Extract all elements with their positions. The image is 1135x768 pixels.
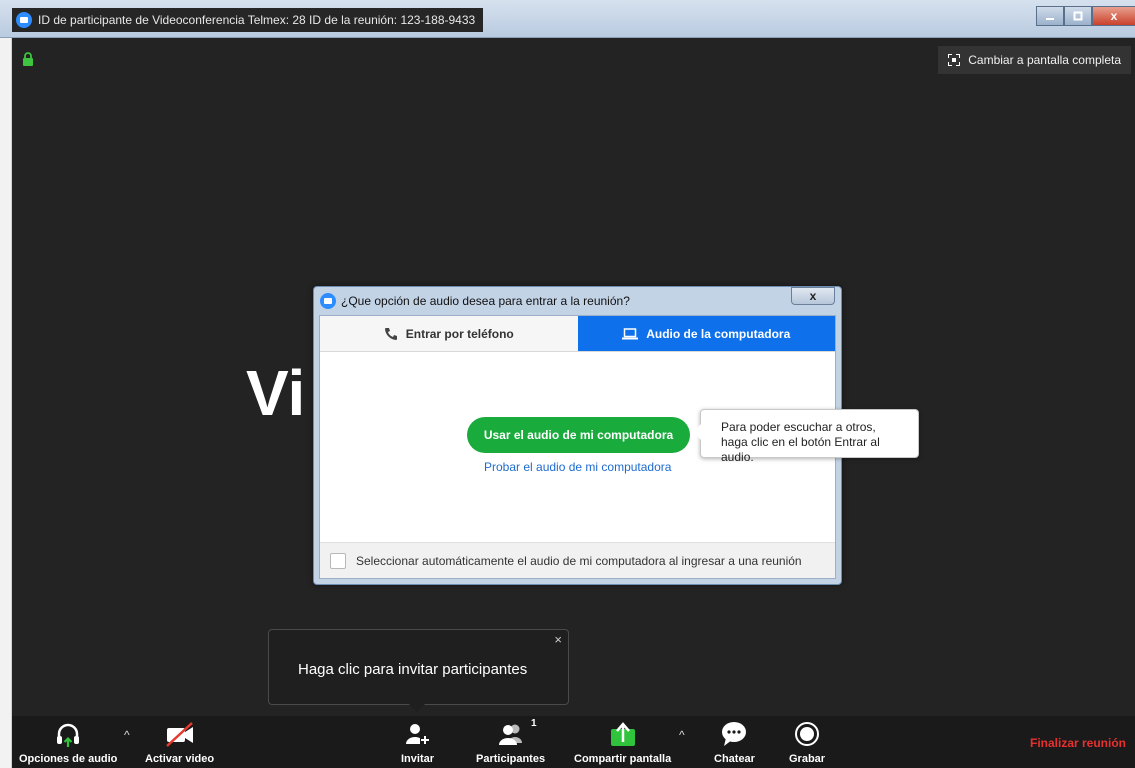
fullscreen-icon	[948, 54, 961, 66]
invite-label: Invitar	[401, 753, 435, 765]
maximize-button[interactable]	[1064, 6, 1092, 26]
fullscreen-label: Cambiar a pantalla completa	[968, 53, 1121, 67]
chat-label: Chatear	[714, 753, 755, 765]
close-icon: x	[1110, 9, 1118, 23]
chat-button[interactable]: Chatear	[714, 720, 755, 765]
audio-options-label: Opciones de audio	[19, 753, 118, 765]
invite-button[interactable]: Invitar	[401, 720, 434, 765]
chat-icon	[722, 722, 747, 746]
fullscreen-button[interactable]: Cambiar a pantalla completa	[938, 46, 1131, 74]
video-off-icon	[165, 722, 193, 747]
participants-button[interactable]: 1 Participantes	[476, 718, 546, 765]
restore-icon	[1073, 11, 1083, 21]
start-video-button[interactable]: Activar video	[145, 720, 214, 765]
record-button[interactable]: Grabar	[789, 720, 825, 765]
share-screen-label: Compartir pantalla	[574, 753, 672, 765]
minimize-button[interactable]	[1036, 6, 1064, 26]
audio-tabs: Entrar por teléfono Audio de la computad…	[320, 316, 835, 352]
headphones-icon	[57, 723, 80, 747]
close-icon[interactable]: ×	[554, 632, 562, 647]
title-area: ID de participante de Videoconferencia T…	[12, 8, 484, 32]
auto-select-label: Seleccionar automáticamente el audio de …	[356, 553, 802, 568]
window-close-button[interactable]: x	[1092, 6, 1135, 26]
chevron-up-icon[interactable]: ^	[124, 728, 130, 742]
join-audio-tooltip: Para poder escuchar a otros, haga clic e…	[693, 409, 919, 464]
record-icon	[795, 722, 820, 746]
zoom-app-icon	[320, 293, 336, 309]
meeting-window: ID de participante de Videoconferencia T…	[0, 0, 1135, 768]
phone-icon	[384, 327, 397, 340]
minimize-icon	[1046, 18, 1054, 20]
close-icon: x	[809, 289, 817, 303]
auto-select-checkbox[interactable]	[330, 552, 346, 569]
window-left-edge	[0, 38, 12, 768]
invite-popover: × Haga clic para invitar participantes	[268, 629, 569, 712]
participant-name-display: Vi	[246, 357, 306, 429]
join-computer-audio-button[interactable]: Usar el audio de mi computadora	[467, 417, 690, 453]
dialog-close-button[interactable]: x	[791, 287, 835, 305]
laptop-icon	[622, 327, 639, 339]
lock-icon	[23, 52, 33, 66]
tab-phone[interactable]: Entrar por teléfono	[320, 316, 578, 351]
start-video-label: Activar video	[145, 753, 215, 765]
participants-icon-wrap: 1	[495, 718, 537, 748]
share-screen-icon	[610, 722, 635, 746]
tab-computer-audio[interactable]: Audio de la computadora	[577, 316, 835, 351]
title-bar: ID de participante de Videoconferencia T…	[0, 0, 1135, 38]
tab-phone-label: Entrar por teléfono	[405, 326, 514, 341]
audio-options-button[interactable]: Opciones de audio	[19, 720, 117, 765]
participants-icon	[498, 724, 522, 745]
invite-hint-text: Haga clic para invitar participantes	[298, 661, 528, 678]
zoom-app-icon	[16, 12, 32, 28]
participants-label: Participantes	[476, 753, 546, 765]
participants-count: 1	[530, 718, 537, 729]
window-title: ID de participante de Videoconferencia T…	[38, 13, 476, 27]
dialog-title-bar: ¿Que opción de audio desea para entrar a…	[320, 291, 630, 311]
record-label: Grabar	[789, 753, 826, 765]
share-screen-button[interactable]: Compartir pantalla	[574, 720, 671, 765]
meeting-toolbar: Opciones de audio ^ Activar video Invita…	[12, 716, 1135, 768]
add-participant-icon	[405, 724, 430, 745]
test-audio-link[interactable]: Probar el audio de mi computadora	[484, 460, 671, 474]
end-meeting-button[interactable]: Finalizar reunión	[1030, 736, 1126, 750]
window-controls: x	[1036, 6, 1135, 26]
tab-computer-label: Audio de la computadora	[646, 326, 791, 341]
chevron-up-icon[interactable]: ^	[679, 728, 685, 742]
dialog-footer: Seleccionar automáticamente el audio de …	[320, 542, 835, 578]
dialog-title: ¿Que opción de audio desea para entrar a…	[341, 294, 630, 308]
